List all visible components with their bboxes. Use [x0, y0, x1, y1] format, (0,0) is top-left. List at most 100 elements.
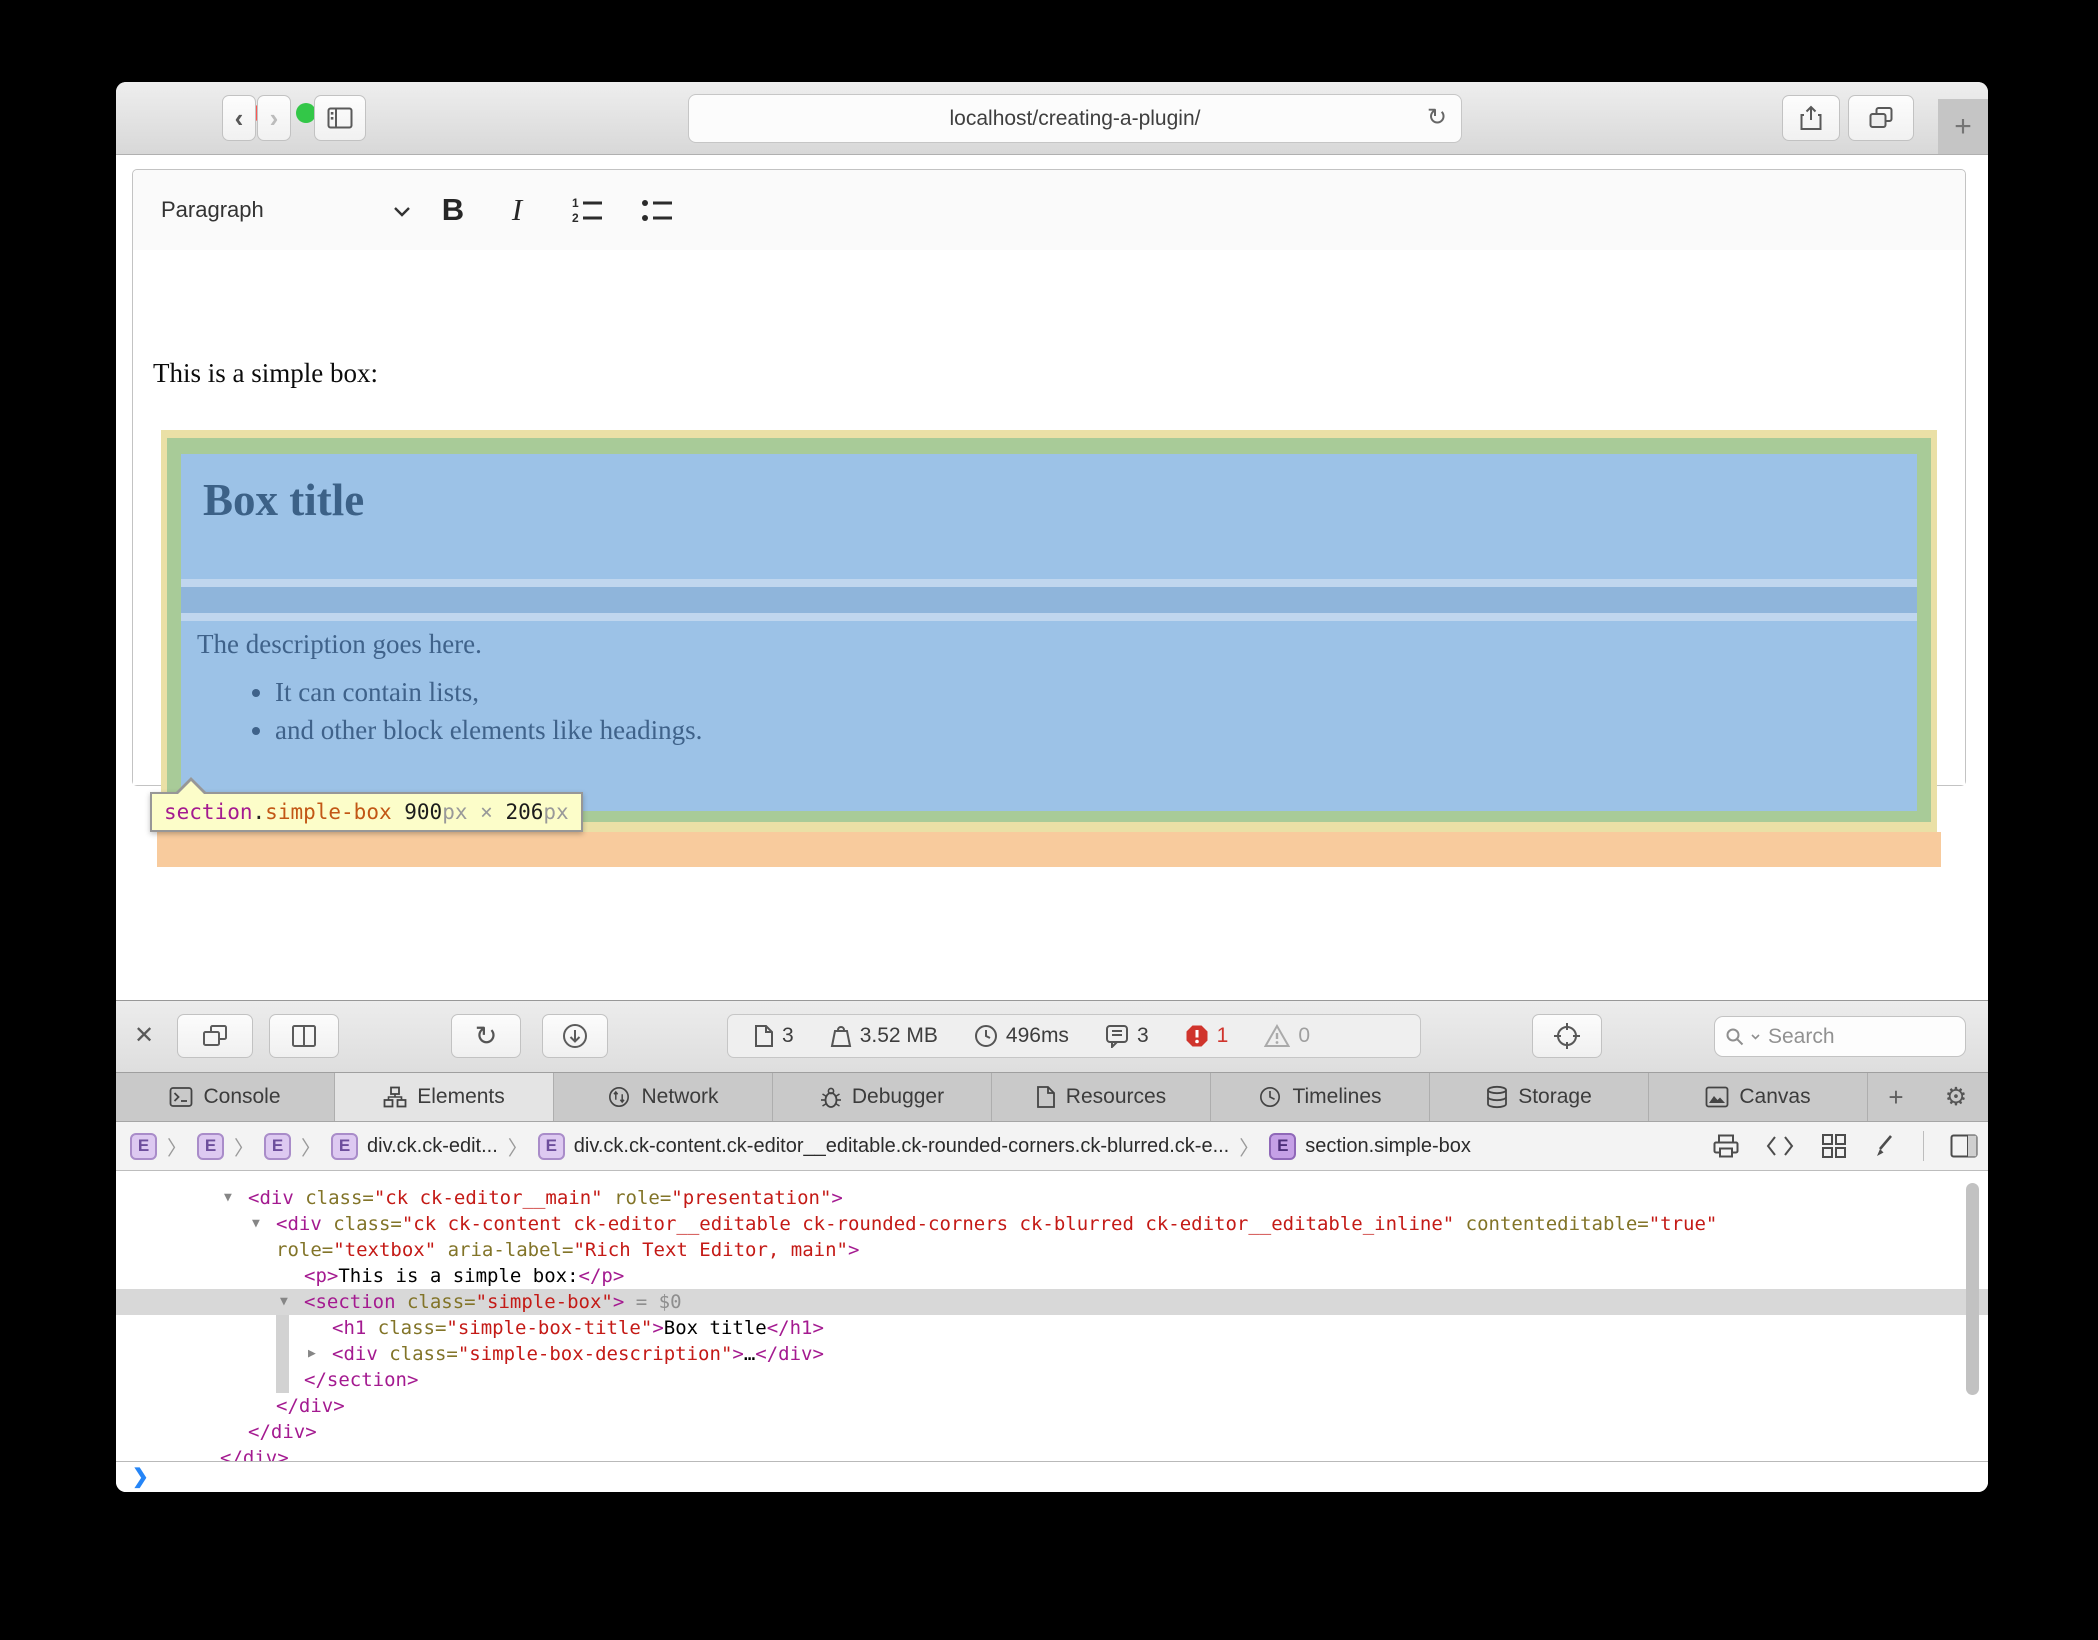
document-icon: [754, 1024, 774, 1048]
tab-console[interactable]: Console: [116, 1073, 335, 1121]
dom-tree-row[interactable]: <p>This is a simple box:</p>: [116, 1263, 1988, 1289]
dom-tree-row[interactable]: ▼<div class="ck ck-editor__main" role="p…: [116, 1185, 1988, 1211]
highlight-margin-region: [157, 832, 1941, 867]
syntax-token: class=: [305, 1187, 374, 1209]
dom-tree-row[interactable]: <h1 class="simple-box-title">Box title</…: [116, 1315, 1988, 1341]
paint-flashing-icon[interactable]: [1873, 1133, 1897, 1159]
activity-viewer[interactable]: 3 3.52 MB 496ms 3 1 0: [727, 1014, 1421, 1058]
console-messages-stat[interactable]: 3: [1105, 1024, 1149, 1048]
syntax-token: class=: [407, 1291, 476, 1313]
syntax-token: </div>: [248, 1421, 317, 1443]
tab-network[interactable]: Network: [554, 1073, 773, 1121]
dom-tree: ▼<div class="ck ck-editor__main" role="p…: [116, 1185, 1988, 1463]
syntax-token: contenteditable=: [1454, 1213, 1648, 1235]
forward-button[interactable]: ›: [257, 95, 291, 141]
dom-tree-row[interactable]: ▼<div class="ck ck-content ck-editor__ed…: [116, 1211, 1988, 1237]
disclosure-open-icon[interactable]: ▼: [280, 1289, 288, 1315]
download-web-archive-button[interactable]: [542, 1014, 608, 1058]
dom-tree-row[interactable]: </div>: [116, 1393, 1988, 1419]
editor-content-area[interactable]: This is a simple box: Box title The desc…: [133, 250, 1965, 785]
element-picker-button[interactable]: [1532, 1014, 1602, 1058]
syntax-token: role=: [276, 1239, 333, 1261]
syntax-token: aria-label=: [436, 1239, 573, 1261]
sidebar-toggle-button[interactable]: [314, 95, 366, 141]
highlight-gap: [181, 579, 1917, 587]
tab-timelines[interactable]: Timelines: [1211, 1073, 1430, 1121]
syntax-token: <div: [332, 1343, 389, 1365]
document-stat[interactable]: 3: [754, 1024, 794, 1048]
breadcrumb-item[interactable]: E: [264, 1133, 291, 1160]
disclosure-open-icon[interactable]: ▼: [252, 1211, 260, 1237]
element-badge-icon: E: [1269, 1133, 1296, 1160]
syntax-token: class=: [333, 1213, 402, 1235]
detach-inspector-button[interactable]: [177, 1014, 253, 1058]
show-source-code-icon[interactable]: [1765, 1134, 1795, 1158]
quick-console[interactable]: ❯: [116, 1461, 1988, 1492]
breadcrumb-label: div.ck.ck-content.ck-editor__editable.ck…: [574, 1135, 1229, 1158]
share-button[interactable]: [1782, 95, 1840, 141]
sidebar-icon: [327, 107, 353, 129]
dom-tree-row[interactable]: role="textbox" aria-label="Rich Text Edi…: [116, 1237, 1988, 1263]
close-inspector-button[interactable]: ✕: [134, 1021, 154, 1050]
numbered-list-button[interactable]: 1 2: [555, 182, 619, 238]
dom-tree-row[interactable]: ▶<div class="simple-box-description">…</…: [116, 1341, 1988, 1367]
reload-icon[interactable]: ↻: [1427, 103, 1447, 132]
dom-tree-row[interactable]: </div>: [116, 1419, 1988, 1445]
disclosure-open-icon[interactable]: ▼: [224, 1185, 232, 1211]
resource-weight-stat[interactable]: 3.52 MB: [830, 1024, 938, 1048]
add-tab-button[interactable]: +: [1868, 1073, 1924, 1121]
tab-canvas[interactable]: Canvas: [1649, 1073, 1868, 1121]
syntax-token: "true": [1649, 1213, 1718, 1235]
tab-debugger[interactable]: Debugger: [773, 1073, 992, 1121]
dom-tree-row[interactable]: ▼<section class="simple-box"> = $0: [116, 1289, 1988, 1315]
stat-value: 1: [1217, 1024, 1229, 1048]
syntax-token: >: [848, 1239, 859, 1261]
inspector-settings-button[interactable]: ⚙: [1924, 1073, 1988, 1121]
details-sidebar-toggle-icon[interactable]: [1950, 1134, 1978, 1158]
syntax-token: "ck ck-editor__main": [374, 1187, 603, 1209]
element-badge-icon: E: [130, 1133, 157, 1160]
scrollbar-thumb[interactable]: [1966, 1183, 1979, 1395]
syntax-token: "textbox": [333, 1239, 436, 1261]
stat-value: 3.52 MB: [860, 1024, 938, 1048]
breadcrumb-label: section.simple-box: [1305, 1135, 1471, 1158]
bold-button[interactable]: B: [425, 182, 481, 238]
breadcrumb-item[interactable]: E: [130, 1133, 157, 1160]
dom-tree-row[interactable]: </section>: [116, 1367, 1988, 1393]
layout-grid-icon[interactable]: [1821, 1133, 1847, 1159]
paragraph-dropdown[interactable]: Paragraph: [145, 182, 407, 238]
reload-page-button[interactable]: ↻: [451, 1014, 521, 1058]
disclosure-closed-icon[interactable]: ▶: [308, 1341, 316, 1367]
tab-label: Network: [641, 1085, 718, 1109]
warning-stat[interactable]: 0: [1264, 1024, 1310, 1048]
bulleted-list-button[interactable]: [625, 182, 689, 238]
debugger-icon: [820, 1086, 842, 1108]
print-styles-icon[interactable]: [1713, 1134, 1739, 1158]
error-stat[interactable]: 1: [1185, 1024, 1229, 1048]
tab-elements[interactable]: Elements: [335, 1073, 554, 1121]
search-input[interactable]: [1766, 1024, 1940, 1050]
safari-window: ‹ › localhost/creating-a-plugin/ ↻: [116, 82, 1988, 1492]
tab-storage[interactable]: Storage: [1430, 1073, 1649, 1121]
inspector-search-field[interactable]: [1714, 1016, 1966, 1057]
breadcrumb-item[interactable]: Ediv.ck.ck-edit...: [331, 1133, 498, 1160]
zoom-window-button[interactable]: [296, 103, 316, 123]
breadcrumb-item[interactable]: Esection.simple-box: [1269, 1133, 1471, 1160]
description-paragraph: The description goes here.: [197, 629, 482, 660]
breadcrumb-item[interactable]: E: [197, 1133, 224, 1160]
show-all-tabs-button[interactable]: [1848, 95, 1914, 141]
breadcrumb-item[interactable]: Ediv.ck.ck-content.ck-editor__editable.c…: [538, 1133, 1229, 1160]
dock-side-button[interactable]: [269, 1014, 339, 1058]
load-time-icon: [974, 1024, 998, 1048]
tooltip-tag: section: [164, 800, 253, 824]
search-scope-chevron-icon: [1751, 1034, 1760, 1040]
stat-value: 3: [1137, 1024, 1149, 1048]
address-bar[interactable]: localhost/creating-a-plugin/ ↻: [688, 94, 1462, 143]
tab-resources[interactable]: Resources: [992, 1073, 1211, 1121]
italic-button[interactable]: I: [489, 182, 545, 238]
new-tab-button[interactable]: +: [1938, 99, 1988, 154]
back-button[interactable]: ‹: [222, 95, 256, 141]
network-icon: [607, 1086, 631, 1108]
load-time-stat[interactable]: 496ms: [974, 1024, 1069, 1048]
dom-tree-panel[interactable]: ▼<div class="ck ck-editor__main" role="p…: [116, 1171, 1988, 1463]
